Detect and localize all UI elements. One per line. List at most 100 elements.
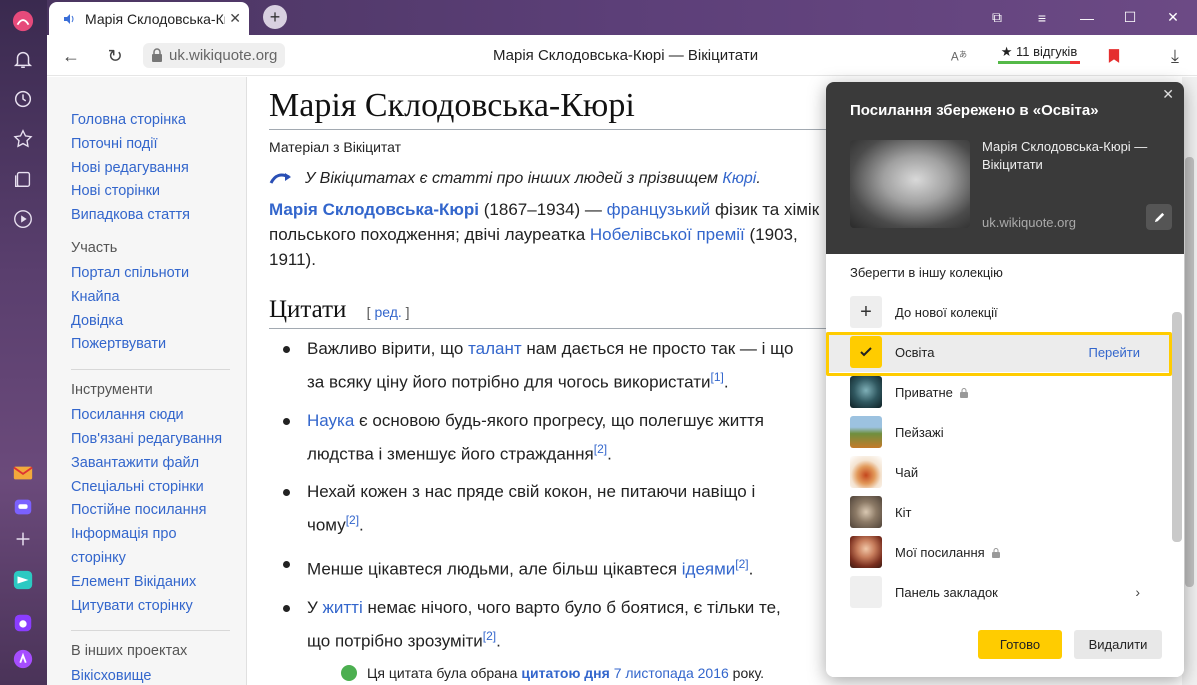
- scrollbar-thumb[interactable]: [1172, 312, 1182, 542]
- menu-icon[interactable]: ≡: [1022, 0, 1062, 35]
- sidebar-link-whatlinks[interactable]: Посилання сюди: [47, 404, 246, 428]
- reload-button[interactable]: ↻: [103, 44, 127, 68]
- qotd-link[interactable]: цитатою дня: [521, 665, 609, 681]
- edit-pencil-icon[interactable]: [1146, 204, 1172, 230]
- sidebar-link-related[interactable]: Пов'язані редагування: [47, 428, 246, 452]
- collection-private[interactable]: Приватне: [826, 372, 1170, 412]
- quote-link[interactable]: талант: [468, 339, 522, 358]
- assistant-icon[interactable]: [10, 646, 36, 672]
- plus-icon: +: [850, 296, 882, 328]
- svg-text:A: A: [951, 51, 959, 64]
- collection-bookmarks-bar[interactable]: Панель закладок ›: [826, 572, 1170, 610]
- collections-scrollbar[interactable]: [1170, 292, 1184, 610]
- messenger-icon[interactable]: [10, 494, 36, 520]
- sidebar-link-help[interactable]: Довідка: [47, 310, 246, 334]
- collection-label: Мої посилання: [895, 544, 985, 560]
- sidebar-heading-projects: В інших проектах: [71, 643, 188, 660]
- collection-label: Кіт: [895, 504, 912, 520]
- collection-label: Чай: [895, 464, 919, 480]
- collection-label: До нової колекції: [895, 304, 998, 320]
- scrollbar-thumb[interactable]: [1185, 157, 1194, 587]
- popup-close-icon[interactable]: ✕: [1162, 86, 1174, 103]
- disambiguation-note: У Вікіцитатах є статті про інших людей з…: [269, 169, 829, 189]
- send-app-icon[interactable]: [10, 567, 36, 593]
- sidebar-divider: [71, 630, 230, 632]
- tab-close-icon[interactable]: ✕: [229, 10, 241, 27]
- sidebar-link-commons[interactable]: Вікісховище: [47, 665, 246, 685]
- sidebar-link-upload[interactable]: Завантажити файл: [47, 452, 246, 476]
- bookmark-icon[interactable]: [1102, 44, 1126, 68]
- citation-ref[interactable]: [1]: [711, 370, 724, 384]
- bell-icon[interactable]: [10, 46, 36, 72]
- citation-ref[interactable]: [2]: [483, 629, 496, 643]
- sound-icon[interactable]: [61, 11, 77, 27]
- saved-page-domain: uk.wikiquote.org: [982, 215, 1076, 230]
- back-button[interactable]: ←: [59, 44, 83, 68]
- delete-button[interactable]: Видалити: [1074, 630, 1162, 659]
- citation-ref[interactable]: [2]: [735, 557, 748, 571]
- collection-label: Приватне: [895, 384, 953, 400]
- sidebar-link-portal[interactable]: Портал спільноти: [47, 262, 246, 286]
- sidebar-link-random[interactable]: Випадкова стаття: [47, 204, 246, 228]
- profile-avatar-icon[interactable]: [10, 8, 36, 34]
- close-window-button[interactable]: ✕: [1153, 0, 1193, 35]
- collection-cat[interactable]: Кіт: [826, 492, 1170, 532]
- mail-icon[interactable]: [10, 460, 36, 486]
- open-collection-link[interactable]: Перейти: [1088, 345, 1140, 360]
- sidebar-link-donate[interactable]: Пожертвувати: [47, 333, 246, 357]
- play-icon[interactable]: [10, 206, 36, 232]
- lead-name-link[interactable]: Марія Склодовська-Кюрі: [269, 200, 479, 219]
- sidebar-link-wikidata[interactable]: Елемент Вікіданих: [47, 571, 246, 595]
- quote-link[interactable]: Наука: [307, 411, 354, 430]
- sidebar-link-special[interactable]: Спеціальні сторінки: [47, 476, 246, 500]
- sidebar-link-pub[interactable]: Кнайпа: [47, 286, 246, 310]
- edit-link[interactable]: ред.: [374, 304, 401, 320]
- history-icon[interactable]: [10, 86, 36, 112]
- lead-link-nobel[interactable]: Нобелівської премії: [590, 225, 745, 244]
- quote-item: Важливо вірити, що талант нам дається не…: [269, 335, 799, 397]
- tea-thumbnail: [850, 456, 882, 488]
- lead-paragraph: Марія Склодовська-Кюрі (1867–1934) — фра…: [269, 197, 829, 272]
- reviews-badge[interactable]: ★ 11 відгуків: [998, 42, 1080, 64]
- collection-osvita[interactable]: Освіта Перейти: [826, 332, 1170, 372]
- collection-landscapes[interactable]: Пейзажі: [826, 412, 1170, 452]
- sidebar-link-new-pages[interactable]: Нові сторінки: [47, 180, 246, 204]
- collections-icon[interactable]: [10, 166, 36, 192]
- active-tab[interactable]: Марія Склодовська-Кюрі ✕: [49, 2, 249, 35]
- citation-ref[interactable]: [2]: [346, 513, 359, 527]
- sidebar-link-pageinfo[interactable]: Інформація про сторінку: [47, 523, 197, 571]
- new-tab-button[interactable]: +: [263, 5, 287, 29]
- translate-icon[interactable]: Aあ: [947, 44, 971, 68]
- minimize-button[interactable]: —: [1067, 0, 1107, 35]
- url-field[interactable]: uk.wikiquote.org: [143, 43, 286, 68]
- collection-tea[interactable]: Чай: [826, 452, 1170, 492]
- collection-label: Пейзажі: [895, 424, 944, 440]
- quotes-list: Важливо вірити, що талант нам дається не…: [269, 335, 829, 655]
- citation-ref[interactable]: [2]: [594, 442, 607, 456]
- download-icon[interactable]: ⤓: [1163, 44, 1187, 68]
- done-button[interactable]: Готово: [978, 630, 1062, 659]
- alice-app-icon[interactable]: [10, 610, 36, 636]
- maximize-button[interactable]: ☐: [1110, 0, 1150, 35]
- quote-link[interactable]: житті: [323, 598, 363, 617]
- sidebar-link-recent[interactable]: Нові редагування: [47, 157, 246, 181]
- tabs-overview-icon[interactable]: ⧉: [977, 0, 1017, 35]
- collection-my-links[interactable]: Мої посилання: [826, 532, 1170, 572]
- bookmarks-star-icon[interactable]: [10, 126, 36, 152]
- quote-link[interactable]: ідеями: [682, 560, 736, 579]
- article-subtitle: Матеріал з Вікіцитат: [269, 139, 402, 155]
- collection-new[interactable]: + До нової колекції: [826, 292, 1170, 332]
- sidebar-link-main[interactable]: Головна сторінка: [47, 109, 246, 133]
- sidebar-link-permalink[interactable]: Постійне посилання: [47, 499, 246, 523]
- url-text: uk.wikiquote.org: [169, 47, 278, 64]
- article-content: Марія Склодовська-Кюрі Матеріал з Вікіци…: [269, 77, 1029, 682]
- sidebar-link-cite[interactable]: Цитувати сторінку: [47, 595, 246, 619]
- lead-link-french[interactable]: французький: [607, 200, 711, 219]
- add-panel-icon[interactable]: [10, 526, 36, 552]
- reviews-text: ★ 11 відгуків: [1000, 43, 1078, 59]
- sidebar-link-events[interactable]: Поточні події: [47, 133, 246, 157]
- chevron-right-icon: ›: [1135, 584, 1140, 600]
- note-link[interactable]: Кюрі: [722, 170, 756, 187]
- page-scrollbar[interactable]: [1182, 77, 1197, 685]
- qotd-date-link[interactable]: 7 листопада 2016: [610, 665, 729, 681]
